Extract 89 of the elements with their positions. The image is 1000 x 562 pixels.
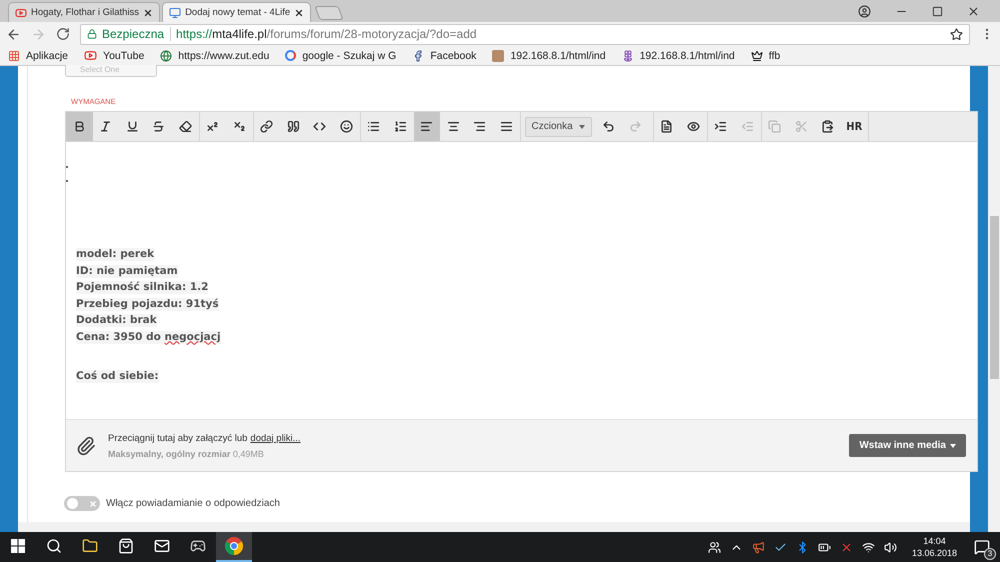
x-icon bbox=[89, 500, 97, 508]
paste-icon bbox=[821, 120, 834, 133]
search-icon[interactable] bbox=[46, 538, 62, 554]
security-label: Bezpieczna bbox=[102, 27, 172, 41]
profile-icon[interactable] bbox=[858, 4, 871, 18]
volume-icon[interactable] bbox=[884, 540, 897, 554]
toolbar-button[interactable]: HR bbox=[841, 112, 868, 141]
flower-icon bbox=[622, 50, 634, 62]
star-icon[interactable] bbox=[950, 28, 963, 40]
bookmark[interactable]: Facebook bbox=[412, 50, 476, 62]
code-icon bbox=[313, 120, 326, 133]
g-logo-icon bbox=[285, 50, 296, 61]
align-left-icon bbox=[420, 120, 434, 133]
superscript-icon bbox=[206, 120, 220, 133]
document-icon bbox=[660, 120, 674, 133]
align-center-icon bbox=[446, 120, 460, 133]
check-icon[interactable] bbox=[774, 540, 787, 554]
facebook-icon bbox=[412, 50, 424, 62]
bullet-list-icon bbox=[367, 120, 380, 133]
paperclip-icon bbox=[76, 436, 96, 456]
strikethrough-icon bbox=[152, 120, 166, 133]
back-icon[interactable] bbox=[6, 26, 21, 42]
notification-icon[interactable] bbox=[974, 539, 990, 555]
italic-icon bbox=[99, 120, 112, 133]
close-icon[interactable] bbox=[967, 4, 980, 18]
bookmark[interactable]: ffb bbox=[750, 50, 780, 62]
megaphone-icon[interactable] bbox=[752, 540, 765, 554]
outdent-icon bbox=[740, 120, 754, 133]
shopping-bag-icon[interactable] bbox=[118, 538, 134, 554]
size-limit-text: Maksymalny, ogólny rozmiar 0,49MB bbox=[108, 448, 265, 458]
bookmark[interactable]: 192.168.8.1/html/ind bbox=[622, 50, 735, 62]
numbered-list-icon bbox=[394, 120, 407, 133]
toggle-switch[interactable] bbox=[64, 496, 100, 511]
bookmark[interactable]: YouTube bbox=[84, 49, 144, 62]
quote-icon bbox=[286, 120, 300, 133]
photo-thumbnail-icon bbox=[492, 50, 504, 62]
align-right-icon bbox=[473, 120, 486, 133]
add-files-link[interactable]: dodaj pliki... bbox=[250, 432, 301, 444]
bookmark[interactable]: https://www.zut.edu bbox=[160, 50, 270, 62]
browser-tab[interactable]: Hogaty, Flothar i Gilathiss bbox=[8, 2, 160, 22]
chrome-icon bbox=[225, 537, 243, 555]
x-mark-icon[interactable] bbox=[840, 540, 853, 554]
toolbar-button[interactable] bbox=[414, 112, 440, 141]
address-bar[interactable]: Bezpieczna https://mta4life.pl/forums/forum/28-motoryzacja/?do=add bbox=[80, 24, 970, 44]
folder-icon[interactable] bbox=[82, 538, 98, 554]
youtube-icon bbox=[84, 49, 98, 62]
wifi-icon[interactable] bbox=[862, 540, 875, 554]
url-text: https://mta4life.pl/forums/forum/28-motoryzacja/?do=add bbox=[176, 27, 478, 41]
subscript-icon bbox=[232, 120, 246, 133]
browser-tab[interactable]: Dodaj nowy temat - 4Life bbox=[162, 2, 312, 22]
bold-icon bbox=[72, 120, 86, 133]
underline-icon bbox=[126, 120, 139, 133]
redo-icon bbox=[628, 120, 642, 133]
toggle-label: Włącz powiadamianie o odpowiedziach bbox=[106, 498, 280, 509]
scrollbar[interactable] bbox=[988, 66, 1000, 532]
bookmark[interactable]: 192.168.8.1/html/ind bbox=[492, 50, 606, 62]
people-icon[interactable] bbox=[708, 540, 721, 554]
justify-icon bbox=[500, 120, 513, 133]
battery-icon[interactable] bbox=[818, 540, 831, 554]
mail-icon[interactable] bbox=[154, 538, 170, 554]
font-select[interactable]: Czcionka bbox=[524, 116, 592, 136]
restore-icon[interactable] bbox=[932, 6, 943, 16]
eraser-icon bbox=[178, 120, 192, 133]
bookmark[interactable]: google - Szukaj w G bbox=[285, 50, 396, 62]
crown-icon bbox=[750, 50, 763, 62]
apps-grid-icon bbox=[8, 50, 20, 62]
copy-icon bbox=[768, 120, 782, 133]
undo-icon bbox=[602, 120, 616, 133]
clock[interactable]: 14:04 13.06.2018 bbox=[912, 535, 957, 559]
monitor-icon bbox=[169, 6, 182, 18]
close-icon[interactable] bbox=[294, 8, 304, 18]
lock-icon bbox=[87, 29, 97, 39]
windows-logo-icon[interactable] bbox=[11, 539, 25, 553]
link-icon bbox=[260, 120, 274, 133]
youtube-icon bbox=[15, 6, 27, 18]
reload-icon[interactable] bbox=[56, 27, 70, 41]
notification-badge: 3 bbox=[984, 548, 996, 560]
scissors-icon bbox=[794, 120, 808, 133]
close-icon[interactable] bbox=[143, 8, 154, 18]
upload-hint: Przeciągnij tutaj aby załączyć lub dodaj pliki... bbox=[108, 432, 302, 444]
globe-icon bbox=[160, 50, 172, 62]
smiley-icon bbox=[340, 120, 353, 133]
taskbar-app[interactable] bbox=[216, 532, 252, 562]
insert-media-button[interactable]: Wstaw inne media bbox=[849, 434, 966, 457]
indent-icon bbox=[714, 120, 728, 133]
bookmark[interactable]: Aplikacje bbox=[8, 50, 68, 62]
gamepad-icon[interactable] bbox=[190, 538, 206, 554]
toolbar-button[interactable] bbox=[66, 112, 92, 141]
eye-icon bbox=[686, 120, 700, 133]
